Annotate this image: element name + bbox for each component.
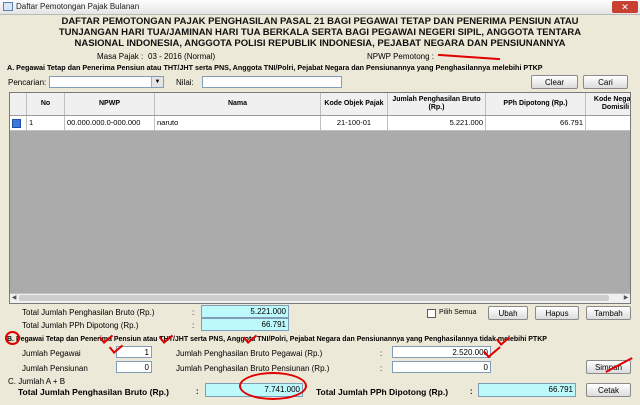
masa-pajak-value: 03 - 2016 (Normal): [148, 52, 216, 61]
bruto-pensiunan-input[interactable]: 0: [392, 361, 491, 373]
total-pph-a-value: 66.791: [201, 318, 289, 331]
masa-pajak-label: Masa Pajak :: [97, 52, 144, 61]
close-icon[interactable]: ✕: [612, 1, 638, 13]
bruto-pensiunan-label: Jumlah Penghasilan Bruto Pensiunan (Rp.): [176, 364, 330, 373]
jumlah-pegawai-input[interactable]: 1: [116, 346, 152, 358]
annotation-circle-total: [239, 372, 307, 400]
total-pph-a-label: Total Jumlah PPh Dipotong (Rp.): [22, 321, 139, 330]
jumlah-pensiunan-input[interactable]: 0: [116, 361, 152, 373]
jumlah-pensiunan-label: Jumlah Pensiunan: [22, 364, 88, 373]
header-bruto[interactable]: Jumlah Penghasilan Bruto (Rp.): [388, 93, 486, 115]
section-b-title: B. Pegawai Tetap dan Penerima Pensiun at…: [7, 336, 547, 343]
pemotongan-table: No NPWP Nama Kode Objek Pajak Jumlah Pen…: [9, 92, 631, 304]
total-bruto-a-label: Total Jumlah Penghasilan Bruto (Rp.): [22, 308, 155, 317]
bruto-pegawai-colon: :: [380, 349, 383, 358]
annotation-check-6: [483, 341, 501, 359]
cell-nama: naruto: [155, 116, 321, 130]
scroll-right-icon[interactable]: ▶: [622, 294, 630, 302]
cell-pph: 66.791: [486, 116, 586, 130]
horizontal-scrollbar[interactable]: ◀ ▶: [10, 293, 630, 303]
total-bruto-a-value: 5.221.000: [201, 305, 289, 318]
cell-no: 1: [27, 116, 65, 130]
section-c-title: C. Jumlah A + B: [8, 377, 66, 386]
total-pph-c-colon: :: [470, 387, 473, 396]
tambah-button[interactable]: Tambah: [586, 306, 631, 320]
pilih-semua-label: Pilih Semua: [439, 309, 477, 316]
header-npwp[interactable]: NPWP: [65, 93, 155, 115]
cell-bruto: 5.221.000: [388, 116, 486, 130]
scrollbar-thumb[interactable]: [19, 295, 609, 301]
nilai-input[interactable]: [202, 76, 342, 88]
nilai-label: Nilai:: [176, 78, 194, 87]
cell-kode-objek: 21-100-01: [321, 116, 388, 130]
header-kode-objek[interactable]: Kode Objek Pajak: [321, 93, 388, 115]
table-header: No NPWP Nama Kode Objek Pajak Jumlah Pen…: [10, 93, 630, 116]
header-no[interactable]: No: [27, 93, 65, 115]
row-select-cell[interactable]: [10, 116, 27, 130]
bruto-pensiunan-colon: :: [380, 364, 383, 373]
annotation-circle-b: [5, 331, 20, 345]
cell-npwp: 00.000.000.0-000.000: [65, 116, 155, 130]
search-label: Pencarian:: [8, 78, 47, 87]
total-bruto-c-colon: :: [196, 387, 199, 396]
section-a-title: A. Pegawai Tetap dan Penerima Pensiun at…: [7, 63, 543, 72]
total-bruto-a-colon: :: [192, 308, 195, 317]
chevron-down-icon[interactable]: ▼: [151, 77, 163, 87]
table-row[interactable]: 1 00.000.000.0-000.000 naruto 21-100-01 …: [10, 116, 630, 131]
cell-kode-negara: [586, 116, 630, 130]
total-pph-c-label: Total Jumlah PPh Dipotong (Rp.): [316, 387, 449, 397]
cari-button[interactable]: Cari: [583, 75, 628, 89]
report-title-line-3: NASIONAL INDONESIA, ANGGOTA POLISI REPUB…: [74, 38, 566, 49]
annotation-redaction-line: [438, 53, 500, 61]
window-titlebar: Daftar Pemotongan Pajak Bulanan ✕: [0, 0, 640, 15]
window-app-icon: [3, 2, 13, 11]
header-kode-negara[interactable]: Kode Negara Domisili: [586, 93, 630, 115]
clear-button[interactable]: Clear: [531, 75, 578, 89]
window-title: Daftar Pemotongan Pajak Bulanan: [16, 2, 140, 11]
npwp-pemotong-label: NPWP Pemotong :: [367, 52, 434, 61]
pilih-semua-checkbox[interactable]: [427, 309, 436, 318]
bruto-pegawai-input[interactable]: 2.520.000: [392, 346, 491, 358]
header-pph[interactable]: PPh Dipotong (Rp.): [486, 93, 586, 115]
total-pph-a-colon: :: [192, 321, 195, 330]
search-category-select[interactable]: ▼: [49, 76, 164, 88]
scroll-left-icon[interactable]: ◀: [10, 294, 18, 302]
header-select: [10, 93, 27, 115]
bruto-pegawai-label: Jumlah Penghasilan Bruto Pegawai (Rp.): [176, 349, 323, 358]
ubah-button[interactable]: Ubah: [488, 306, 528, 320]
jumlah-pegawai-label: Jumlah Pegawai: [22, 349, 81, 358]
total-bruto-c-label: Total Jumlah Penghasilan Bruto (Rp.): [18, 387, 169, 397]
row-select-checkbox[interactable]: [12, 119, 21, 128]
cetak-button[interactable]: Cetak: [586, 383, 631, 397]
total-pph-c-value: 66.791: [478, 383, 576, 397]
header-nama[interactable]: Nama: [155, 93, 321, 115]
hapus-button[interactable]: Hapus: [535, 306, 579, 320]
